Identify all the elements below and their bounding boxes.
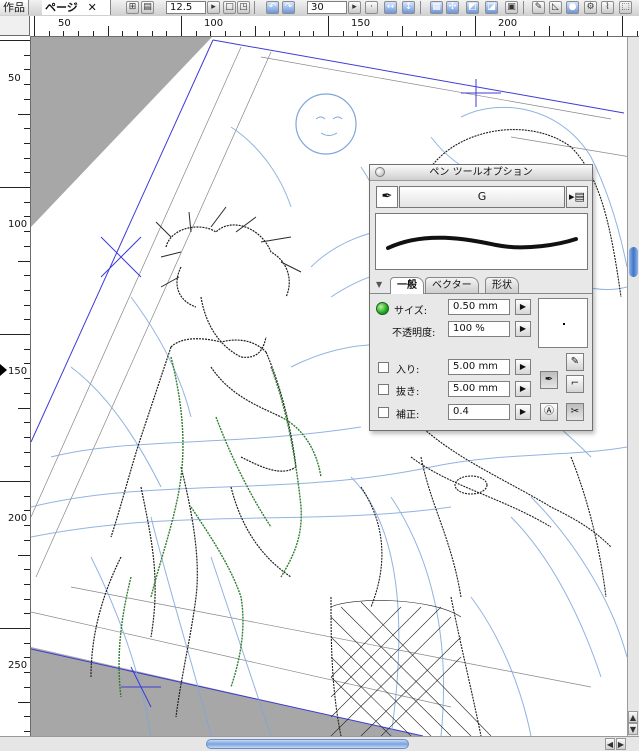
ruler-left-label: 100 (8, 219, 28, 230)
vertical-scrollbar[interactable]: ▲ ▼ (627, 37, 639, 736)
opacity-field[interactable]: 100 % (448, 321, 510, 337)
ruler-left-label: 150 (8, 366, 28, 377)
eyedropper-icon[interactable]: ⌇ (601, 1, 614, 14)
gear-icon[interactable]: ⚙ (584, 1, 597, 14)
fade-in-arrow-button[interactable]: ▶ (515, 359, 531, 375)
vertical-scroll-thumb[interactable] (629, 247, 638, 277)
page-layout-icon[interactable]: ⊞ (126, 1, 139, 14)
tab-vector[interactable]: ベクター (425, 277, 479, 293)
ruler-position-marker (0, 364, 7, 376)
selection-icon[interactable]: ⬚ (619, 1, 632, 14)
pen-pressure-icon[interactable]: ✎ (566, 353, 584, 371)
corner-curve-icon[interactable]: ⌐ (566, 375, 584, 393)
palette-title: ペン ツールオプション (429, 167, 533, 178)
scroll-up-icon[interactable]: ▲ (628, 711, 638, 723)
tab-work[interactable]: 作品 (0, 0, 29, 15)
tab-page[interactable]: ページ ✕ (42, 0, 111, 15)
stroke-preview-curve (386, 235, 578, 250)
ruler-top-label: 50 (58, 18, 71, 29)
ruler-left[interactable]: 50 100 150 200 250 (0, 36, 31, 736)
fade-out-arrow-button[interactable]: ▶ (515, 381, 531, 397)
ruler-top[interactable]: 50 100 150 200 (30, 16, 639, 37)
stroke-pen-icon[interactable]: ✒ (540, 371, 558, 389)
ruler-left-label: 200 (8, 513, 28, 524)
close-icon[interactable]: ✕ (88, 1, 97, 14)
angle-field[interactable]: 30 (307, 1, 347, 14)
brush-selector-row: ✒ G ▸▤ (376, 186, 588, 208)
grid-icon[interactable]: ▦ (430, 1, 443, 14)
fade-in-label: 入り: (396, 365, 420, 376)
size-label: サイズ: (394, 306, 428, 317)
size-arrow-button[interactable]: ▶ (515, 299, 531, 315)
size-field[interactable]: 0.50 mm (448, 299, 510, 315)
brush-size-dot (563, 323, 565, 325)
palette-menu-icon[interactable]: ▸▤ (566, 186, 588, 208)
transform-icon[interactable]: ✣ (446, 1, 459, 14)
ruler-top-label: 100 (204, 18, 224, 29)
opacity-arrow-button[interactable]: ▶ (515, 321, 531, 337)
tab-general[interactable]: 一般 (390, 277, 424, 294)
stroke-preview (375, 213, 588, 270)
opacity-label: 不透明度: (392, 328, 436, 339)
rotate-left-icon[interactable]: ↶ (266, 1, 279, 14)
layer-icon[interactable]: ◪ (485, 1, 498, 14)
fade-in-checkbox[interactable] (378, 362, 389, 373)
actual-size-icon[interactable]: ◳ (237, 1, 250, 14)
palette-title-bar[interactable]: ペン ツールオプション (370, 165, 592, 181)
page-view-icon[interactable]: ▤ (141, 1, 154, 14)
flip-vertical-icon[interactable]: ↕ (402, 1, 415, 14)
fade-out-field[interactable]: 5.00 mm (448, 381, 510, 397)
ruler-left-label: 50 (8, 73, 21, 84)
scroll-right-icon[interactable]: ▶ (616, 738, 626, 750)
tab-page-label: ページ (45, 1, 78, 14)
scroll-left-icon[interactable]: ◀ (605, 738, 615, 750)
frame-icon[interactable]: ▣ (505, 1, 518, 14)
reset-rotation-icon[interactable]: · (365, 1, 378, 14)
collapse-triangle-icon[interactable]: ▼ (376, 280, 382, 289)
zoom-arrow-icon[interactable]: ▸ (207, 1, 220, 14)
ruler-top-label: 200 (498, 18, 518, 29)
horizontal-scrollbar[interactable]: ◀ ▶ (0, 736, 639, 751)
pen-tool-options-palette: ペン ツールオプション ✒ G ▸▤ ▼ 一般 ベクター 形状 サイズ: 0.5… (369, 164, 593, 431)
correction-label: 補正: (396, 410, 420, 421)
ruler-left-label: 250 (8, 660, 28, 671)
brush-size-preview (538, 298, 588, 348)
brush-name-field[interactable]: G (399, 186, 565, 208)
angle-arrow-icon[interactable]: ▸ (348, 1, 361, 14)
fade-out-checkbox[interactable] (378, 384, 389, 395)
main-toolbar: 作品 ページ ✕ ⊞ ▤ 12.5 ▸ □ ◳ ↶ ↷ 30 ▸ · ↔ ↕ ▦… (0, 0, 639, 17)
pen-icon[interactable]: ✎ (532, 1, 545, 14)
fade-out-label: 抜き: (396, 387, 420, 398)
correction-field[interactable]: 0.4 (448, 404, 510, 420)
size-pressure-toggle-icon[interactable] (376, 302, 389, 315)
horizontal-scroll-thumb[interactable] (206, 739, 409, 749)
pen-tip-icon[interactable]: ✒ (376, 186, 398, 208)
tab-shape[interactable]: 形状 (485, 277, 519, 293)
ruler-top-label: 150 (351, 18, 371, 29)
scroll-down-icon[interactable]: ▼ (628, 723, 638, 735)
rotate-right-icon[interactable]: ↷ (282, 1, 295, 14)
correction-checkbox[interactable] (378, 407, 389, 418)
fill-icon[interactable]: ● (566, 1, 579, 14)
fade-in-field[interactable]: 5.00 mm (448, 359, 510, 375)
palette-tab-bar: ▼ 一般 ベクター 形状 (370, 277, 592, 294)
palette-close-icon[interactable] (375, 167, 385, 177)
ruler-icon[interactable]: ◩ (466, 1, 479, 14)
ruler-corner (0, 16, 30, 36)
eraser-link-icon[interactable]: ✂ (566, 403, 584, 421)
zoom-field[interactable]: 12.5 (166, 1, 206, 14)
correction-arrow-button[interactable]: ▶ (515, 404, 531, 420)
fit-page-icon[interactable]: □ (223, 1, 236, 14)
flip-horizontal-icon[interactable]: ↔ (384, 1, 397, 14)
triangle-ruler-icon[interactable]: ◺ (549, 1, 562, 14)
anti-alias-icon[interactable]: Ⓐ (540, 403, 558, 421)
